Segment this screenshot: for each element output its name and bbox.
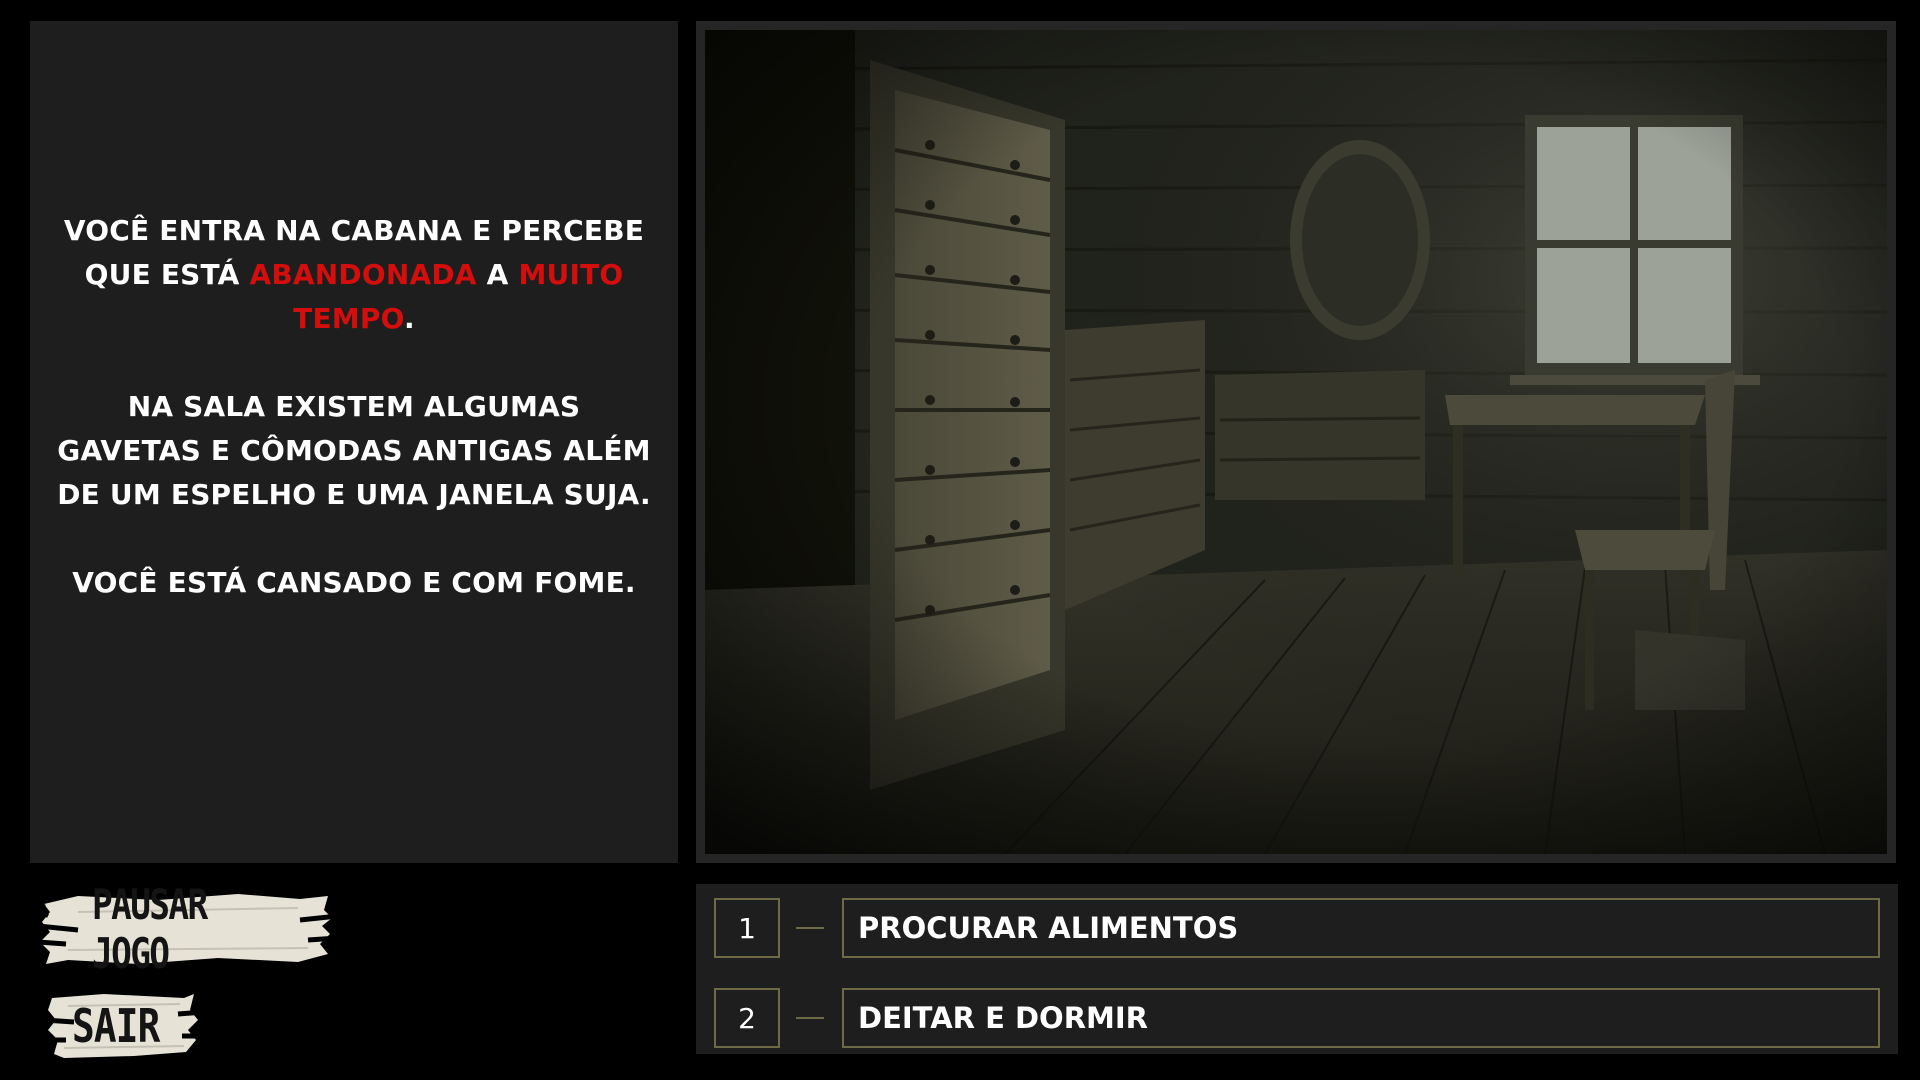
story-text-part: . [403,302,415,335]
choice-number[interactable]: 1 [714,898,780,958]
choice-label[interactable]: DEITAR E DORMIR [842,988,1880,1048]
exit-label: SAIR [72,999,160,1053]
choices-panel: 1 PROCURAR ALIMENTOS 2 DEITAR E DORMIR [696,884,1898,1054]
choice-label[interactable]: PROCURAR ALIMENTOS [842,898,1880,958]
story-text: VOCÊ ENTRA NA CABANA E PERCEBE QUE ESTÁ … [54,209,654,605]
story-paragraph-3: VOCÊ ESTÁ CANSADO E COM FOME. [72,566,636,599]
highlight-abandoned: ABANDONADA [249,258,477,291]
choice-separator [796,1017,824,1019]
story-text-part: A [476,258,519,291]
choice-option-2[interactable]: 2 DEITAR E DORMIR [714,988,1880,1050]
pause-game-button[interactable]: PAUSAR JOGO [38,880,338,978]
story-panel: VOCÊ ENTRA NA CABANA E PERCEBE QUE ESTÁ … [30,21,678,863]
pause-game-label: PAUSAR JOGO [92,880,208,978]
story-paragraph-2: NA SALA EXISTEM ALGUMAS GAVETAS E CÔMODA… [57,390,651,511]
choice-number[interactable]: 2 [714,988,780,1048]
abandoned-cabin-room-illustration [705,30,1887,854]
choice-separator [796,927,824,929]
scene-frame [696,21,1896,863]
choice-option-1[interactable]: 1 PROCURAR ALIMENTOS [714,898,1880,960]
exit-button[interactable]: SAIR [44,990,204,1062]
scene-illustration [705,30,1887,854]
story-paragraph-1: VOCÊ ENTRA NA CABANA E PERCEBE QUE ESTÁ … [54,209,654,341]
